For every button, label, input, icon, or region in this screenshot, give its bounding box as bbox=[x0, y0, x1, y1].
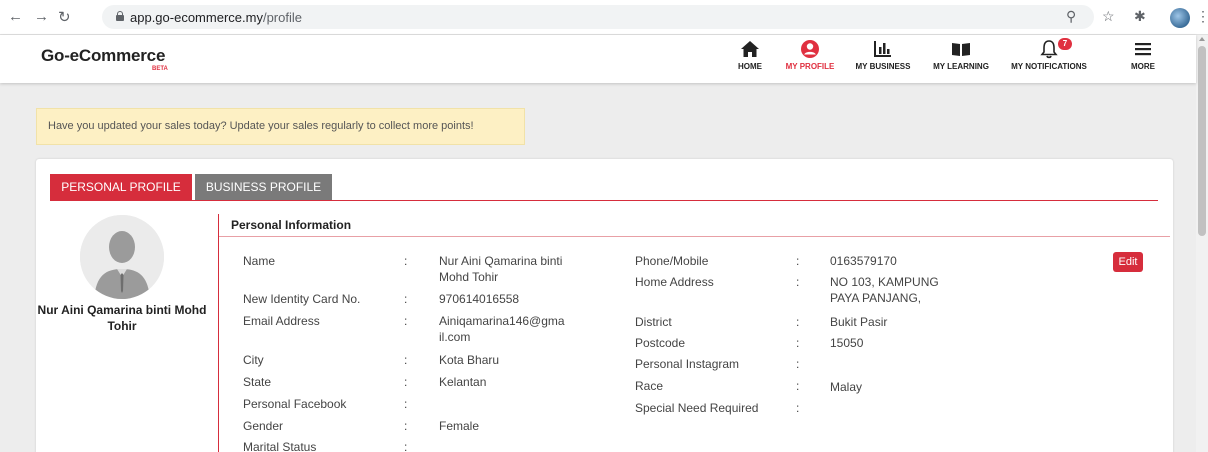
nav-my-profile-label: MY PROFILE bbox=[785, 62, 835, 71]
browser-toolbar: ← → ↻ app.go-ecommerce.my/profile ⚲ ☆ ✱ … bbox=[0, 0, 1208, 35]
person-silhouette-icon bbox=[80, 215, 164, 299]
field-label-race: Race bbox=[635, 379, 664, 393]
field-colon: : bbox=[404, 254, 408, 268]
field-label-postcode: Postcode bbox=[635, 336, 686, 350]
nav-my-notifications-label: MY NOTIFICATIONS bbox=[1011, 62, 1087, 71]
field-colon: : bbox=[796, 254, 800, 268]
profile-name: Nur Aini Qamarina binti Mohd Tohir bbox=[37, 303, 207, 333]
field-colon: : bbox=[404, 375, 408, 389]
bell-icon bbox=[1010, 38, 1088, 60]
field-label-city: City bbox=[243, 353, 264, 367]
field-label-state: State bbox=[243, 375, 272, 389]
book-icon bbox=[932, 38, 990, 60]
field-colon: : bbox=[796, 401, 800, 415]
personal-information-heading: Personal Information bbox=[231, 218, 352, 232]
field-label-name: Name bbox=[243, 254, 276, 268]
nav-home-label: HOME bbox=[738, 62, 762, 71]
field-colon: : bbox=[796, 379, 800, 393]
extensions-icon[interactable]: ✱ bbox=[1134, 8, 1146, 25]
field-colon: : bbox=[404, 292, 408, 306]
field-colon: : bbox=[404, 314, 408, 328]
field-value-phone: 0163579170 bbox=[830, 254, 897, 268]
forward-arrow-icon[interactable]: → bbox=[34, 8, 49, 25]
field-label-facebook: Personal Facebook bbox=[243, 397, 347, 411]
beta-label: BETA bbox=[152, 66, 168, 72]
nav-more[interactable]: MORE bbox=[1128, 38, 1158, 71]
nav-my-business-label: MY BUSINESS bbox=[855, 62, 911, 71]
field-label-ic-no: New Identity Card No. bbox=[243, 292, 361, 306]
field-value-gender: Female bbox=[439, 419, 480, 433]
tab-personal-profile[interactable]: PERSONAL PROFILE bbox=[50, 174, 192, 201]
user-icon bbox=[784, 38, 836, 60]
field-colon: : bbox=[796, 315, 800, 329]
field-colon: : bbox=[796, 336, 800, 350]
field-colon: : bbox=[404, 419, 408, 433]
field-value-race: Malay bbox=[830, 380, 863, 394]
field-value-city: Kota Bharu bbox=[439, 353, 500, 367]
url-host: app.go-ecommerce.my bbox=[130, 10, 263, 25]
field-value-name: Nur Aini Qamarina binti Mohd Tohir bbox=[439, 254, 563, 284]
banner-text: Have you updated your sales today? Updat… bbox=[48, 120, 474, 132]
avatar bbox=[80, 215, 164, 299]
bar-chart-icon bbox=[855, 38, 911, 60]
edit-button[interactable]: Edit bbox=[1113, 252, 1143, 272]
sales-reminder-banner: Have you updated your sales today? Updat… bbox=[36, 108, 525, 145]
field-value-district: Bukit Pasir bbox=[830, 315, 888, 329]
notification-count-badge: 7 bbox=[1058, 38, 1072, 50]
url-path: /profile bbox=[262, 10, 302, 25]
nav-more-label: MORE bbox=[1131, 62, 1155, 71]
tab-business-profile[interactable]: BUSINESS PROFILE bbox=[195, 174, 332, 201]
field-colon: : bbox=[404, 440, 408, 452]
app-header: Go-eCommerce BETA HOME MY PROFILE MY BUS… bbox=[0, 35, 1196, 83]
field-label-marital-status: Marital Status bbox=[243, 440, 317, 452]
nav-home[interactable]: HOME bbox=[735, 38, 765, 71]
brand-logo[interactable]: Go-eCommerce bbox=[41, 46, 165, 66]
back-arrow-icon[interactable]: ← bbox=[8, 8, 23, 25]
nav-my-learning-label: MY LEARNING bbox=[933, 62, 989, 71]
nav-my-business[interactable]: MY BUSINESS bbox=[855, 38, 911, 71]
reload-icon[interactable]: ↻ bbox=[58, 8, 71, 26]
field-value-state: Kelantan bbox=[439, 375, 487, 389]
field-value-home-address: NO 103, KAMPUNG PAYA PANJANG, bbox=[830, 275, 939, 305]
field-colon: : bbox=[404, 353, 408, 367]
field-label-email: Email Address bbox=[243, 314, 320, 328]
field-label-home-address: Home Address bbox=[635, 275, 714, 289]
hamburger-icon bbox=[1128, 38, 1158, 60]
field-colon: : bbox=[404, 397, 408, 411]
field-value-postcode: 15050 bbox=[830, 336, 864, 350]
browser-profile-avatar[interactable] bbox=[1170, 8, 1190, 28]
field-value-email: Ainiqamarina146@gmail.com bbox=[439, 314, 565, 344]
field-label-instagram: Personal Instagram bbox=[635, 357, 740, 371]
field-colon: : bbox=[796, 275, 800, 289]
field-label-phone: Phone/Mobile bbox=[635, 254, 709, 268]
field-value-ic-no: 970614016558 bbox=[439, 292, 520, 306]
nav-my-notifications[interactable]: 7 MY NOTIFICATIONS bbox=[1010, 38, 1088, 71]
star-icon[interactable]: ☆ bbox=[1102, 8, 1115, 25]
scroll-up-arrow-icon[interactable] bbox=[1199, 37, 1205, 41]
section-divider bbox=[218, 214, 219, 452]
field-label-special-need: Special Need Required bbox=[635, 401, 759, 415]
url-text: app.go-ecommerce.my/profile bbox=[130, 10, 302, 25]
field-label-district: District bbox=[635, 315, 672, 329]
browser-menu-icon[interactable]: ⋮ bbox=[1196, 8, 1208, 25]
lock-icon bbox=[116, 11, 124, 21]
nav-my-learning[interactable]: MY LEARNING bbox=[932, 38, 990, 71]
zoom-icon[interactable]: ⚲ bbox=[1066, 8, 1076, 25]
field-label-gender: Gender bbox=[243, 419, 284, 433]
field-colon: : bbox=[796, 357, 800, 371]
tab-underline bbox=[50, 200, 1158, 201]
home-icon bbox=[735, 38, 765, 60]
section-title-underline bbox=[219, 236, 1170, 237]
address-bar[interactable]: app.go-ecommerce.my/profile bbox=[102, 5, 1094, 29]
nav-my-profile[interactable]: MY PROFILE bbox=[784, 38, 836, 71]
scrollbar-thumb[interactable] bbox=[1198, 46, 1206, 236]
